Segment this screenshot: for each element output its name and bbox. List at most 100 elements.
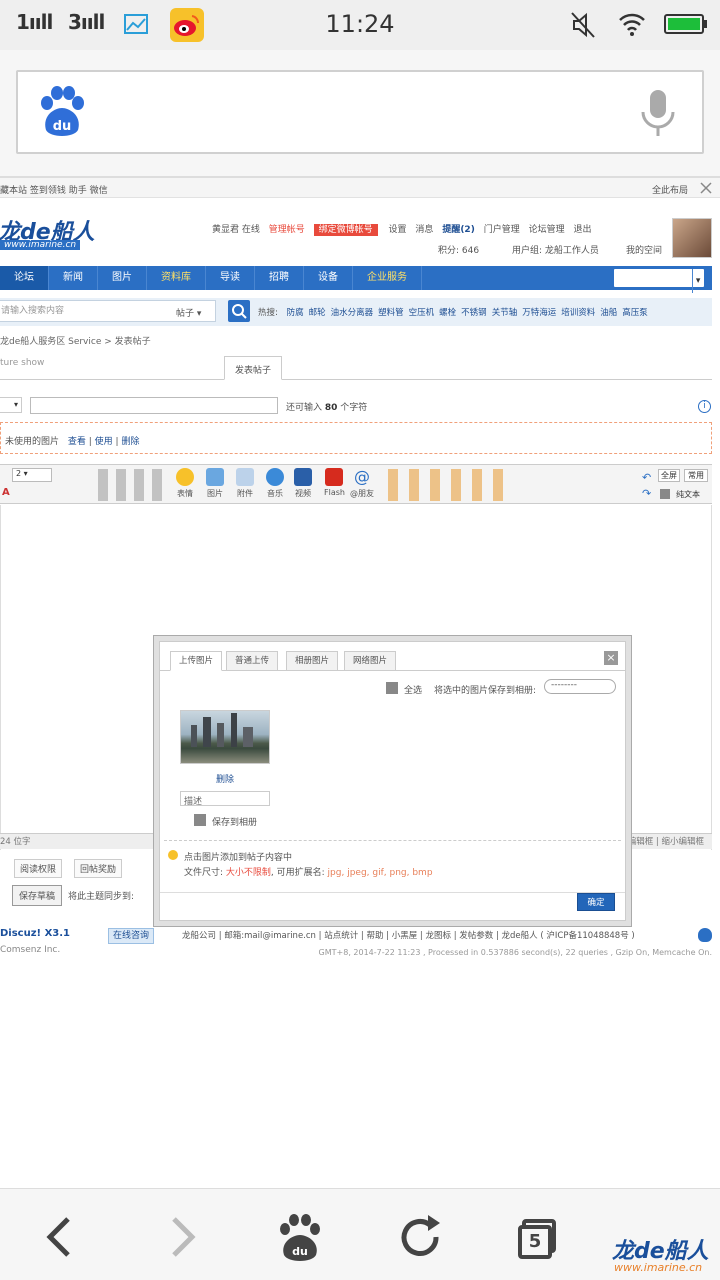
baidu-home-icon[interactable]: du bbox=[272, 1209, 328, 1265]
hot-link[interactable]: 邮轮 bbox=[309, 308, 326, 318]
bind-weibo-button[interactable]: 绑定微博帐号 bbox=[313, 224, 378, 236]
align-buttons[interactable] bbox=[98, 469, 164, 501]
title-input[interactable] bbox=[30, 397, 278, 414]
hot-link[interactable]: 塑料管 bbox=[378, 308, 404, 318]
tabs-button[interactable]: 5 bbox=[512, 1209, 568, 1265]
title-char-hint: 还可输入 80 个字符 bbox=[286, 403, 368, 413]
plain-text-label: 纯文本 bbox=[676, 490, 700, 499]
fullscreen-button[interactable]: 全屏 bbox=[658, 469, 680, 482]
plain-text-checkbox[interactable] bbox=[660, 489, 670, 499]
manage-account-link[interactable]: 管理帐号 bbox=[269, 225, 305, 235]
site-logo-url: www.imarine.cn bbox=[0, 240, 81, 250]
redo-icon[interactable]: ↷ bbox=[642, 487, 651, 500]
tab-album-images[interactable]: 相册图片 bbox=[286, 651, 339, 671]
nav-news[interactable]: 新闻 bbox=[49, 266, 98, 290]
tab-web-images[interactable]: 网络图片 bbox=[344, 651, 397, 671]
nav-library[interactable]: 资料库 bbox=[147, 266, 206, 290]
user-group[interactable]: 用户组: 龙船工作人员 bbox=[512, 243, 599, 256]
info-icon[interactable]: i bbox=[698, 400, 711, 413]
section-tab[interactable]: ture show bbox=[0, 358, 44, 368]
hot-link[interactable]: 油水分离器 bbox=[331, 308, 374, 318]
points[interactable]: 积分: 646 bbox=[438, 243, 479, 256]
forward-icon[interactable] bbox=[154, 1209, 210, 1265]
nav-jobs[interactable]: 招聘 bbox=[255, 266, 304, 290]
hot-link[interactable]: 培训资料 bbox=[561, 308, 595, 318]
reply-reward-button[interactable]: 回帖奖励 bbox=[74, 859, 123, 878]
expand-icon[interactable] bbox=[700, 182, 712, 194]
at-icon: @ bbox=[354, 467, 370, 486]
logout-link[interactable]: 退出 bbox=[573, 225, 591, 235]
attachment-button[interactable]: 附件 bbox=[236, 468, 254, 499]
save-draft-button[interactable]: 保存草稿 bbox=[12, 885, 63, 906]
hot-link[interactable]: 螺栓 bbox=[439, 308, 456, 318]
wifi-icon bbox=[619, 13, 645, 36]
search-button[interactable] bbox=[228, 300, 250, 322]
top-links[interactable]: 藏本站 签到领钱 助手 微信 bbox=[0, 183, 108, 196]
baidu-paw-icon[interactable]: du bbox=[38, 86, 86, 138]
video-button[interactable]: 视频 bbox=[294, 468, 312, 499]
undo-icon[interactable]: ↶ bbox=[642, 471, 651, 484]
hot-link[interactable]: 不锈钢 bbox=[461, 308, 487, 318]
common-button[interactable]: 常用 bbox=[684, 469, 708, 482]
nav-enterprise[interactable]: 企业服务 bbox=[353, 266, 422, 290]
hot-link[interactable]: 万特海运 bbox=[522, 308, 556, 318]
nav-equipment[interactable]: 设备 bbox=[304, 266, 353, 290]
hot-link[interactable]: 油船 bbox=[600, 308, 617, 318]
close-icon[interactable]: × bbox=[604, 651, 618, 665]
image-description-input[interactable]: 描述 bbox=[180, 791, 270, 807]
top-right-link[interactable]: 全此布局 bbox=[652, 183, 688, 196]
refresh-icon[interactable] bbox=[392, 1209, 448, 1265]
image-button[interactable]: 图片 bbox=[206, 468, 224, 499]
save-album-label: 将选中的图片保存到相册: bbox=[434, 686, 537, 696]
hot-link[interactable]: 高压泵 bbox=[622, 308, 648, 318]
album-select[interactable]: -------- bbox=[544, 679, 616, 694]
nav-forum[interactable]: 论坛 bbox=[0, 266, 49, 290]
delete-link[interactable]: 删除 bbox=[121, 437, 139, 447]
tab-normal-upload[interactable]: 普通上传 bbox=[226, 651, 279, 671]
font-color-icon[interactable]: A bbox=[2, 487, 10, 498]
post-tab[interactable]: 发表帖子 bbox=[224, 356, 283, 380]
emoji-button[interactable]: 表情 bbox=[176, 468, 194, 499]
nav-images[interactable]: 图片 bbox=[98, 266, 147, 290]
font-size-select[interactable]: 2 ▾ bbox=[12, 468, 52, 482]
uploaded-image-thumb[interactable] bbox=[180, 710, 270, 764]
powered-by[interactable]: Discuz! X3.1 bbox=[0, 928, 70, 939]
hot-search: 热搜: 防腐 邮轮 油水分离器 塑料管 空压机 螺栓 不锈钢 关节轴 万特海运 培训资料 油船 高压泵 bbox=[258, 306, 653, 318]
mention-button[interactable]: @ @朋友 bbox=[350, 468, 374, 499]
footer-links[interactable]: 龙船公司 | 邮箱:mail@imarine.cn | 站点统计 | 帮助 | … bbox=[182, 929, 635, 941]
music-button[interactable]: 音乐 bbox=[266, 468, 284, 499]
select-all-checkbox[interactable] bbox=[386, 682, 398, 694]
search-scope-select[interactable]: 帖子 ▾ bbox=[176, 306, 201, 319]
avatar[interactable] bbox=[672, 218, 712, 258]
company: Comsenz Inc. bbox=[0, 945, 61, 955]
type-select[interactable]: ▾ bbox=[0, 397, 22, 413]
svg-text:du: du bbox=[292, 1245, 308, 1258]
reminders-link[interactable]: 提醒(2) bbox=[442, 225, 475, 235]
use-link[interactable]: 使用 bbox=[95, 437, 113, 447]
hot-link[interactable]: 空压机 bbox=[409, 308, 435, 318]
address-input[interactable]: du bbox=[16, 70, 704, 154]
my-space-link[interactable]: 我的空间 bbox=[626, 243, 662, 256]
save-to-album-checkbox[interactable] bbox=[194, 814, 206, 826]
online-consult-button[interactable]: 在线咨询 bbox=[108, 928, 155, 944]
portal-admin-link[interactable]: 门户管理 bbox=[484, 225, 520, 235]
hot-link[interactable]: 防腐 bbox=[287, 308, 304, 318]
forum-admin-link[interactable]: 论坛管理 bbox=[529, 225, 565, 235]
read-permission-button[interactable]: 阅读权限 bbox=[14, 859, 63, 878]
user-online[interactable]: 黄显君 在线 bbox=[212, 225, 260, 235]
back-icon[interactable] bbox=[32, 1209, 88, 1265]
view-link[interactable]: 查看 bbox=[68, 437, 86, 447]
delete-image-link[interactable]: 删除 bbox=[216, 772, 234, 785]
confirm-button[interactable]: 确定 bbox=[577, 893, 615, 911]
breadcrumb[interactable]: 龙de船人服务区 Service > 发表帖子 bbox=[0, 334, 151, 347]
flash-button[interactable]: Flash bbox=[324, 468, 345, 497]
hot-link[interactable]: 关节轴 bbox=[492, 308, 518, 318]
microphone-icon[interactable] bbox=[638, 88, 678, 138]
quick-nav-button[interactable]: 快捷导航 ▾ bbox=[614, 269, 704, 293]
tab-upload-image[interactable]: 上传图片 bbox=[170, 651, 223, 671]
nav-guide[interactable]: 导读 bbox=[206, 266, 255, 290]
security-shield-icon[interactable] bbox=[698, 928, 712, 942]
messages-link[interactable]: 消息 bbox=[415, 225, 433, 235]
settings-link[interactable]: 设置 bbox=[389, 225, 407, 235]
extra-tools[interactable] bbox=[388, 469, 506, 501]
